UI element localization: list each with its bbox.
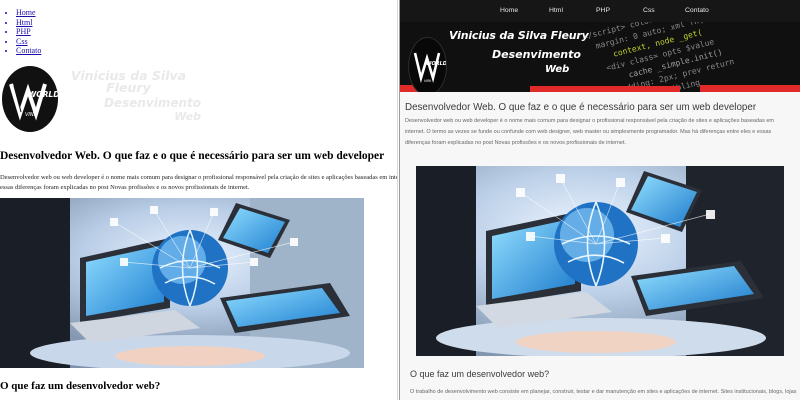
nav-item-css[interactable]: Css [643, 0, 655, 22]
nav-item-html[interactable]: Html [549, 0, 563, 22]
nav-item-home[interactable]: Home [500, 0, 518, 22]
plain-nav-item-contato[interactable]: Contato [16, 46, 41, 56]
plain-nav-item-php[interactable]: PHP [16, 27, 41, 37]
plain-nav-link-home[interactable]: Home [16, 8, 36, 17]
banner-title-line1: Vinicius da Silva Fleury [449, 29, 589, 42]
banner-title-line2: Desenvimento [492, 48, 581, 61]
plain-nav-link-css[interactable]: Css [16, 37, 28, 46]
plain-banner-text: Vinicius da Silva Fleury Desenvimento We… [56, 68, 201, 123]
plain-nav-item-home[interactable]: Home [16, 8, 41, 18]
styled-page-panel: Home Html PHP Css Contato </script> colo… [399, 0, 800, 400]
nav-item-contato[interactable]: Contato [685, 0, 709, 22]
banner-logo: WORLD VINI [408, 37, 447, 92]
article-paragraph-2: O trabalho de desenvolvimento web consis… [410, 389, 797, 395]
banner-logo-top-text: WORLD [426, 61, 446, 67]
article-subtitle: O que faz um desenvolvedor web? [410, 369, 550, 379]
header-banner: </script> color: #fff; .logo margin: 0 a… [400, 22, 800, 92]
world-vini-logo: WORLD VINI [2, 66, 58, 132]
plain-nav-list: Home Html PHP Css Contato [0, 8, 41, 56]
article-paragraph: Desenvolvedor web ou web developer é o n… [405, 118, 775, 146]
hero-image [416, 166, 784, 356]
logo-bottom-text: VINI [25, 112, 36, 118]
plain-banner-line3: Web [174, 110, 201, 123]
banner-logo-bottom-text: VINI [424, 79, 431, 83]
banner-title-line3: Web [545, 64, 570, 75]
plain-article-title: Desenvolvedor Web. O que faz e o que é n… [0, 150, 385, 162]
unstyled-page-panel: Home Html PHP Css Contato WORLD VINI Vin… [0, 0, 398, 400]
plain-banner-line1: Vinicius da Silva Fleury [70, 68, 187, 95]
hero-image-plain [0, 198, 364, 368]
top-nav-bar: Home Html PHP Css Contato [400, 0, 800, 22]
main-content: Desenvolvedor Web. O que faz e o que é n… [400, 92, 800, 400]
plain-nav-link-contato[interactable]: Contato [16, 46, 41, 55]
plain-article-paragraph: Desenvolvedor web ou web developer é o n… [0, 174, 398, 191]
plain-nav-item-css[interactable]: Css [16, 37, 41, 47]
plain-nav-link-php[interactable]: PHP [16, 27, 31, 36]
nav-item-php[interactable]: PHP [596, 0, 610, 22]
plain-nav-link-html[interactable]: Html [16, 18, 32, 27]
plain-nav-item-html[interactable]: Html [16, 18, 41, 28]
plain-article-subtitle: O que faz um desenvolvedor web? [0, 380, 161, 392]
logo-top-text: WORLD [28, 90, 58, 99]
article-title: Desenvolvedor Web. O que faz e o que é n… [405, 102, 757, 113]
plain-banner-line2: Desenvimento [103, 96, 201, 110]
